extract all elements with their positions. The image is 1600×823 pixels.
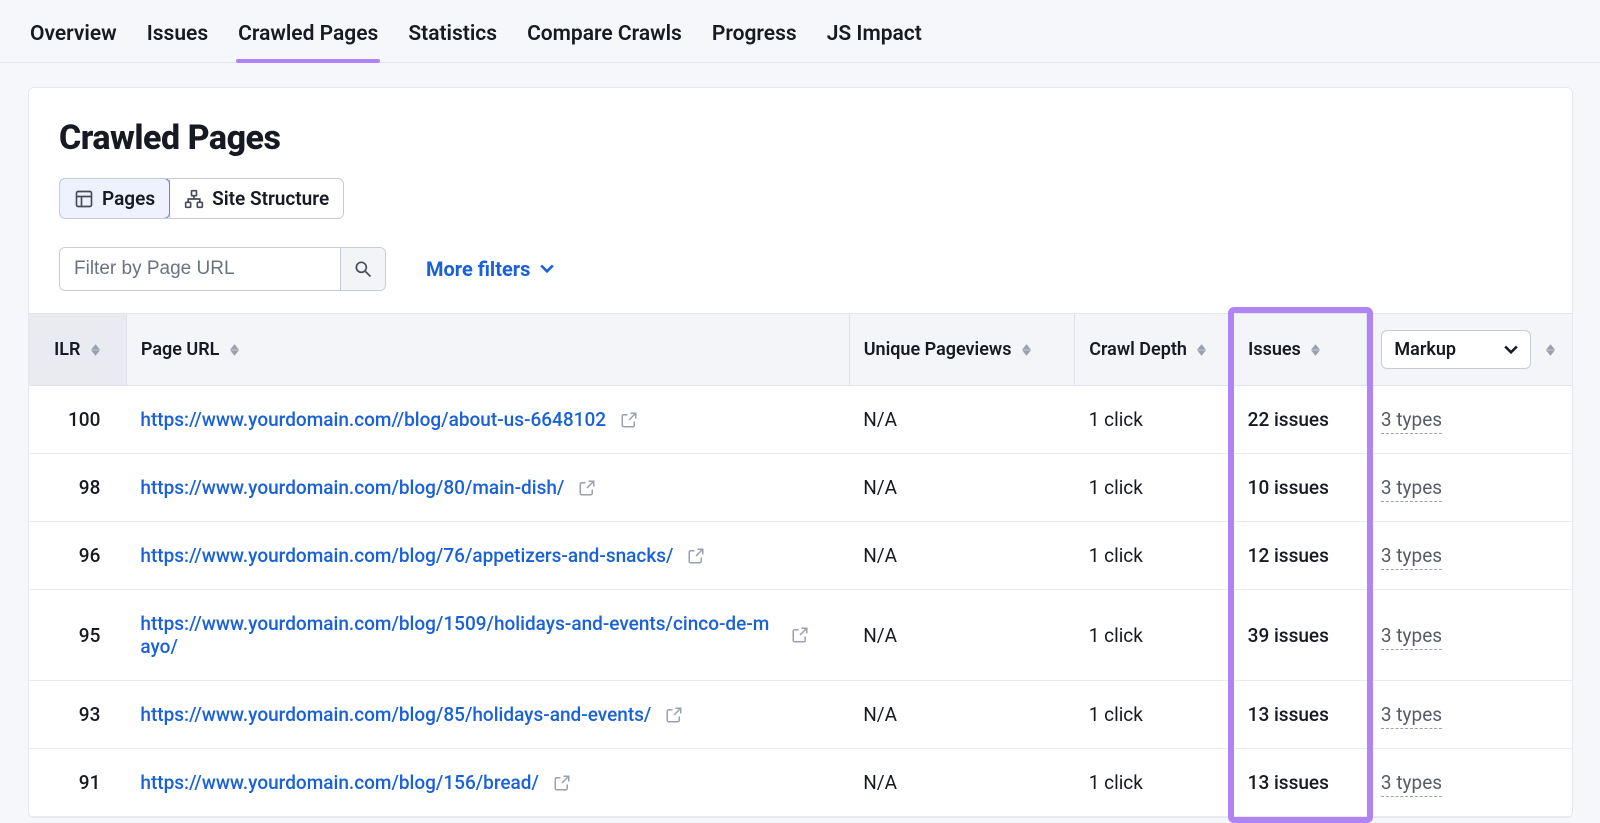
pageviews-value: N/A	[849, 681, 1075, 749]
url-filter-input[interactable]	[60, 248, 340, 290]
page-url-link[interactable]: https://www.yourdomain.com/blog/1509/hol…	[140, 612, 777, 658]
table-row: 96 https://www.yourdomain.com/blog/76/app…	[29, 522, 1572, 590]
tab-js-impact[interactable]: JS Impact	[825, 14, 924, 62]
filter-row: More filters	[59, 247, 1542, 291]
toggle-site-structure-label: Site Structure	[212, 187, 329, 210]
issues-value[interactable]: 13 issues	[1234, 681, 1367, 749]
url-cell: https://www.yourdomain.com/blog/1509/hol…	[126, 590, 849, 681]
tab-statistics[interactable]: Statistics	[406, 14, 499, 62]
tab-progress[interactable]: Progress	[710, 14, 799, 62]
url-cell: https://www.yourdomain.com/blog/156/brea…	[126, 749, 849, 817]
pages-icon	[74, 189, 94, 209]
sort-icon	[230, 344, 239, 356]
external-link-icon[interactable]	[665, 706, 683, 724]
external-link-icon[interactable]	[620, 411, 638, 429]
crawl-depth-value: 1 click	[1075, 681, 1234, 749]
crawl-depth-value: 1 click	[1075, 454, 1234, 522]
more-filters-label: More filters	[426, 257, 530, 281]
crawl-depth-value: 1 click	[1075, 590, 1234, 681]
issues-value[interactable]: 12 issues	[1234, 522, 1367, 590]
sort-icon	[1022, 344, 1031, 356]
page-url-link[interactable]: https://www.yourdomain.com/blog/76/appet…	[140, 544, 673, 567]
page-url-link[interactable]: https://www.yourdomain.com//blog/about-u…	[140, 408, 606, 431]
tab-bar: Overview Issues Crawled Pages Statistics Com…	[0, 0, 1600, 63]
ilr-value: 100	[29, 386, 126, 454]
table-row: 95 https://www.yourdomain.com/blog/1509/h…	[29, 590, 1572, 681]
search-icon	[353, 259, 373, 279]
url-cell: https://www.yourdomain.com/blog/80/main-…	[126, 454, 849, 522]
ilr-value: 98	[29, 454, 126, 522]
markup-types[interactable]: 3 types	[1367, 454, 1572, 522]
issues-value[interactable]: 10 issues	[1234, 454, 1367, 522]
external-link-icon[interactable]	[553, 774, 571, 792]
tab-overview[interactable]: Overview	[28, 14, 119, 62]
sort-icon	[1311, 344, 1320, 356]
col-markup[interactable]: Markup	[1367, 314, 1572, 386]
crawl-depth-value: 1 click	[1075, 386, 1234, 454]
markup-select[interactable]: Markup	[1381, 330, 1531, 369]
toggle-site-structure[interactable]: Site Structure	[169, 179, 343, 218]
page-url-link[interactable]: https://www.yourdomain.com/blog/80/main-…	[140, 476, 564, 499]
table-row: 91 https://www.yourdomain.com/blog/156/br…	[29, 749, 1572, 817]
issues-value[interactable]: 13 issues	[1234, 749, 1367, 817]
ilr-value: 93	[29, 681, 126, 749]
pageviews-value: N/A	[849, 749, 1075, 817]
url-cell: https://www.yourdomain.com//blog/about-u…	[126, 386, 849, 454]
url-cell: https://www.yourdomain.com/blog/85/holid…	[126, 681, 849, 749]
table-row: 93 https://www.yourdomain.com/blog/85/hol…	[29, 681, 1572, 749]
issues-value[interactable]: 39 issues	[1234, 590, 1367, 681]
toggle-pages[interactable]: Pages	[59, 178, 170, 219]
tab-issues[interactable]: Issues	[145, 14, 210, 62]
markup-types[interactable]: 3 types	[1367, 590, 1572, 681]
sort-icon	[1197, 344, 1206, 356]
tab-crawled-pages[interactable]: Crawled Pages	[236, 14, 380, 62]
toggle-pages-label: Pages	[102, 187, 155, 210]
issues-value[interactable]: 22 issues	[1234, 386, 1367, 454]
tab-compare-crawls[interactable]: Compare Crawls	[525, 14, 684, 62]
page-url-link[interactable]: https://www.yourdomain.com/blog/156/brea…	[140, 771, 539, 794]
external-link-icon[interactable]	[687, 547, 705, 565]
external-link-icon[interactable]	[578, 479, 596, 497]
markup-types[interactable]: 3 types	[1367, 749, 1572, 817]
page-title: Crawled Pages	[59, 118, 1542, 158]
col-crawl-depth[interactable]: Crawl Depth	[1075, 314, 1234, 386]
chevron-down-icon	[540, 262, 554, 276]
search-button[interactable]	[340, 248, 385, 290]
ilr-value: 96	[29, 522, 126, 590]
chevron-down-icon	[1504, 345, 1518, 355]
sort-icon	[1546, 344, 1555, 356]
url-cell: https://www.yourdomain.com/blog/76/appet…	[126, 522, 849, 590]
col-unique-pageviews[interactable]: Unique Pageviews	[849, 314, 1075, 386]
col-ilr[interactable]: ILR	[29, 314, 126, 386]
table-row: 98 https://www.yourdomain.com/blog/80/mai…	[29, 454, 1572, 522]
ilr-value: 91	[29, 749, 126, 817]
url-filter-group	[59, 247, 386, 291]
col-issues[interactable]: Issues	[1234, 314, 1367, 386]
crawled-pages-panel: Crawled Pages Pages Site Structure More …	[28, 87, 1573, 818]
page-url-link[interactable]: https://www.yourdomain.com/blog/85/holid…	[140, 703, 651, 726]
pageviews-value: N/A	[849, 590, 1075, 681]
more-filters-button[interactable]: More filters	[426, 257, 554, 281]
pageviews-value: N/A	[849, 454, 1075, 522]
ilr-value: 95	[29, 590, 126, 681]
col-page-url[interactable]: Page URL	[126, 314, 849, 386]
markup-types[interactable]: 3 types	[1367, 386, 1572, 454]
external-link-icon[interactable]	[791, 626, 809, 644]
crawl-depth-value: 1 click	[1075, 522, 1234, 590]
markup-types[interactable]: 3 types	[1367, 681, 1572, 749]
pageviews-value: N/A	[849, 386, 1075, 454]
pageviews-value: N/A	[849, 522, 1075, 590]
view-toggle: Pages Site Structure	[59, 178, 344, 219]
site-structure-icon	[184, 189, 204, 209]
table-row: 100 https://www.yourdomain.com//blog/abou…	[29, 386, 1572, 454]
crawled-pages-table: ILR Page URL Unique Pageviews Crawl Dept…	[29, 313, 1572, 817]
crawl-depth-value: 1 click	[1075, 749, 1234, 817]
sort-icon	[91, 344, 100, 356]
table-wrapper: ILR Page URL Unique Pageviews Crawl Dept…	[29, 313, 1572, 817]
markup-types[interactable]: 3 types	[1367, 522, 1572, 590]
